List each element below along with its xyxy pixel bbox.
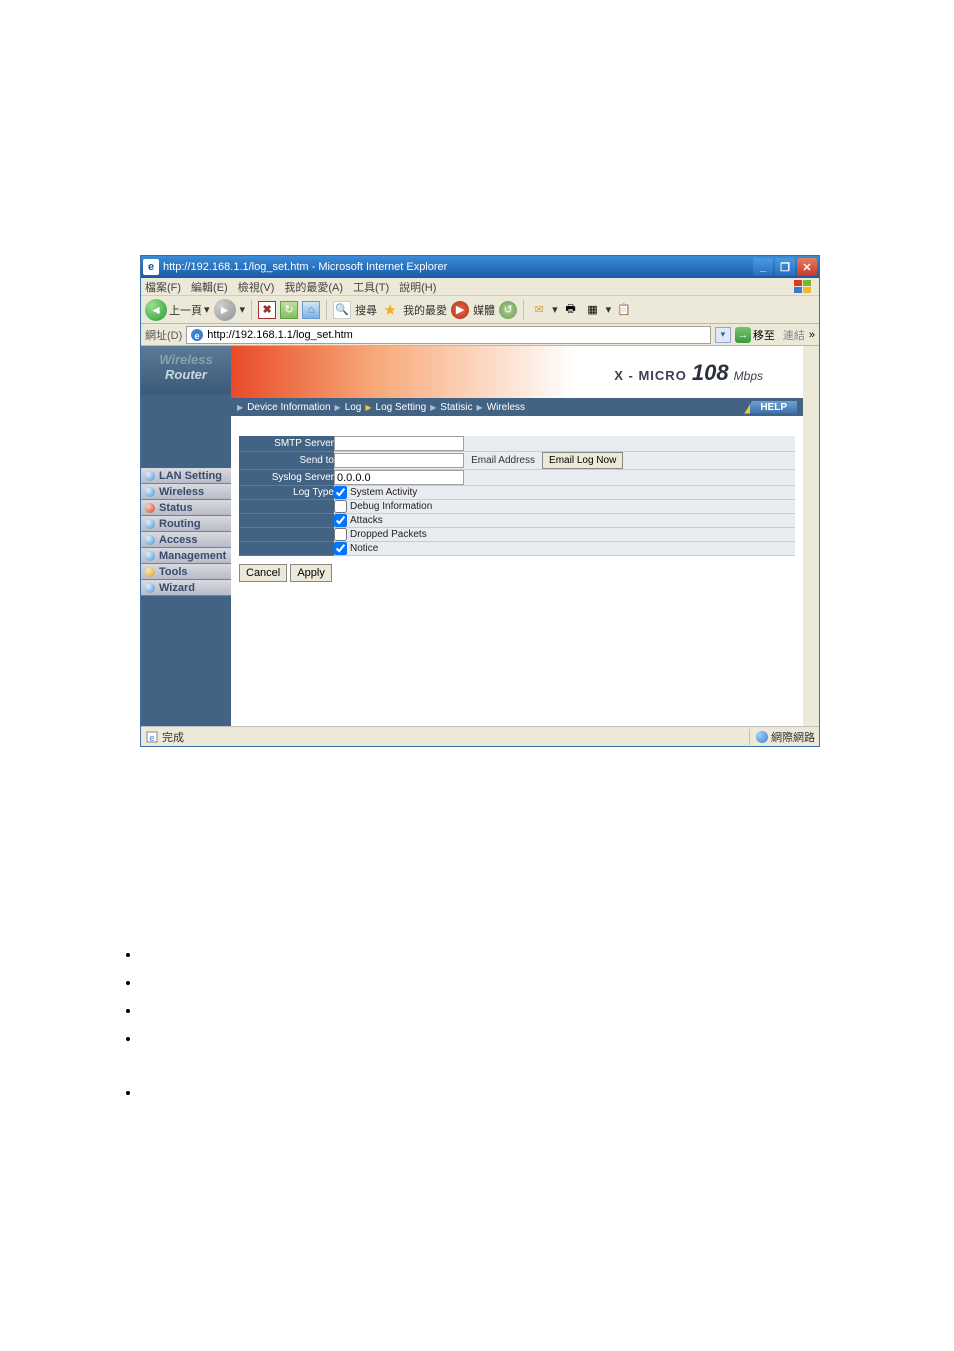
maximize-button[interactable]: ❐ bbox=[775, 258, 795, 276]
menu-bar: 檔案(F) 編輯(E) 檢視(V) 我的最愛(A) 工具(T) 說明(H) bbox=[141, 278, 819, 296]
sub-nav: ▶Device Information ▶Log ▶Log Setting ▶S… bbox=[231, 398, 803, 416]
forward-button[interactable]: ► bbox=[214, 299, 236, 321]
done-icon: e bbox=[145, 730, 159, 744]
address-url: http://192.168.1.1/log_set.htm bbox=[207, 329, 353, 341]
sidebar-item-wizard[interactable]: Wizard bbox=[141, 580, 231, 596]
system-activity-checkbox[interactable] bbox=[334, 486, 347, 499]
window-titlebar: e http://192.168.1.1/log_set.htm - Micro… bbox=[141, 256, 819, 278]
favorites-button[interactable]: 我的最愛 bbox=[403, 302, 447, 318]
menu-file[interactable]: 檔案(F) bbox=[145, 279, 181, 295]
media-icon: ▶ bbox=[451, 301, 469, 319]
sendto-input[interactable] bbox=[334, 453, 464, 468]
ie-icon: e bbox=[143, 259, 159, 275]
email-log-now-button[interactable]: Email Log Now bbox=[542, 452, 623, 469]
favorites-icon: ★ bbox=[381, 301, 399, 319]
status-bar: e 完成 網際網路 bbox=[141, 726, 819, 746]
discuss-button[interactable]: 📋 bbox=[615, 301, 633, 319]
list-item bbox=[140, 975, 954, 989]
history-button[interactable]: ↺ bbox=[499, 301, 517, 319]
main-panel: X - MICRO 108 Mbps ▶Device Information ▶… bbox=[231, 346, 803, 726]
mail-button[interactable]: ✉ bbox=[530, 301, 548, 319]
window-title: http://192.168.1.1/log_set.htm - Microso… bbox=[163, 261, 753, 273]
address-bar: 網址(D) e http://192.168.1.1/log_set.htm ▾… bbox=[141, 324, 819, 346]
go-button[interactable]: → 移至 bbox=[735, 327, 775, 343]
dot-icon bbox=[145, 519, 155, 529]
media-button[interactable]: 媒體 bbox=[473, 302, 495, 318]
syslog-input[interactable] bbox=[334, 470, 464, 485]
tab-statistic[interactable]: Statisic bbox=[440, 402, 472, 413]
svg-text:e: e bbox=[149, 733, 154, 743]
dot-icon bbox=[145, 551, 155, 561]
sidebar: Wireless Router LAN Setting Wireless Sta… bbox=[141, 346, 231, 726]
status-text: 完成 bbox=[162, 729, 184, 745]
sidebar-item-routing[interactable]: Routing bbox=[141, 516, 231, 532]
menu-help[interactable]: 說明(H) bbox=[399, 279, 436, 295]
tab-wireless[interactable]: Wireless bbox=[487, 402, 525, 413]
menu-view[interactable]: 檢視(V) bbox=[238, 279, 275, 295]
logtype-label: Log Type bbox=[239, 486, 334, 500]
svg-text:e: e bbox=[195, 331, 200, 341]
tab-device-info[interactable]: Device Information bbox=[247, 402, 330, 413]
edit-button[interactable]: ▦ bbox=[584, 301, 602, 319]
list-item bbox=[140, 1003, 954, 1017]
sidebar-item-access[interactable]: Access bbox=[141, 532, 231, 548]
toolbar: ◄ 上一頁 ▾ ► ▾ ✖ ↻ ⌂ 🔍 搜尋 ★ 我的最愛 ▶ 媒體 ↺ ✉ ▾… bbox=[141, 296, 819, 324]
menu-edit[interactable]: 編輯(E) bbox=[191, 279, 228, 295]
sendto-label: Send to bbox=[239, 452, 334, 470]
menu-tools[interactable]: 工具(T) bbox=[353, 279, 389, 295]
sidebar-item-status[interactable]: Status bbox=[141, 500, 231, 516]
syslog-label: Syslog Server bbox=[239, 470, 334, 486]
back-button[interactable]: ◄ 上一頁 ▾ bbox=[145, 299, 210, 321]
brand-logo: Wireless Router bbox=[141, 346, 231, 394]
menu-favorites[interactable]: 我的最愛(A) bbox=[284, 279, 343, 295]
address-field[interactable]: e http://192.168.1.1/log_set.htm bbox=[186, 326, 711, 344]
smtp-input[interactable] bbox=[334, 436, 464, 451]
sidebar-item-management[interactable]: Management bbox=[141, 548, 231, 564]
back-icon: ◄ bbox=[145, 299, 167, 321]
notice-checkbox[interactable] bbox=[334, 542, 347, 555]
tab-log-setting[interactable]: Log Setting bbox=[376, 402, 427, 413]
sidebar-item-lan-setting[interactable]: LAN Setting bbox=[141, 468, 231, 484]
search-icon: 🔍 bbox=[333, 301, 351, 319]
bullet-list bbox=[140, 947, 954, 1099]
email-address-label: Email Address bbox=[471, 455, 535, 466]
windows-logo-icon bbox=[791, 280, 815, 294]
home-button[interactable]: ⌂ bbox=[302, 301, 320, 319]
close-button[interactable]: ✕ bbox=[797, 258, 817, 276]
cancel-button[interactable]: Cancel bbox=[239, 564, 287, 582]
refresh-button[interactable]: ↻ bbox=[280, 301, 298, 319]
banner: X - MICRO 108 Mbps bbox=[231, 346, 803, 398]
minimize-button[interactable]: _ bbox=[753, 258, 773, 276]
address-dropdown[interactable]: ▾ bbox=[715, 327, 731, 343]
search-button[interactable]: 搜尋 bbox=[355, 302, 377, 318]
page-icon: e bbox=[190, 328, 204, 342]
print-button[interactable]: 🖶 bbox=[562, 301, 580, 319]
help-button[interactable]: HELP bbox=[744, 401, 797, 414]
dot-icon bbox=[145, 567, 155, 577]
go-icon: → bbox=[735, 327, 751, 343]
dot-icon bbox=[145, 583, 155, 593]
list-item bbox=[140, 1031, 954, 1045]
smtp-label: SMTP Server bbox=[239, 436, 334, 452]
list-item bbox=[140, 947, 954, 961]
address-label: 網址(D) bbox=[145, 327, 182, 343]
internet-zone-icon bbox=[756, 731, 768, 743]
dot-icon bbox=[145, 471, 155, 481]
sidebar-item-wireless[interactable]: Wireless bbox=[141, 484, 231, 500]
tab-log[interactable]: Log bbox=[345, 402, 362, 413]
stop-button[interactable]: ✖ bbox=[258, 301, 276, 319]
dot-icon bbox=[145, 535, 155, 545]
sidebar-item-tools[interactable]: Tools bbox=[141, 564, 231, 580]
attacks-checkbox[interactable] bbox=[334, 514, 347, 527]
dot-icon bbox=[145, 503, 155, 513]
debug-info-checkbox[interactable] bbox=[334, 500, 347, 513]
dropped-packets-checkbox[interactable] bbox=[334, 528, 347, 541]
list-item bbox=[140, 1085, 954, 1099]
dot-icon bbox=[145, 487, 155, 497]
security-zone: 網際網路 bbox=[749, 729, 815, 745]
links-label[interactable]: 連結 bbox=[783, 327, 805, 343]
apply-button[interactable]: Apply bbox=[290, 564, 332, 582]
